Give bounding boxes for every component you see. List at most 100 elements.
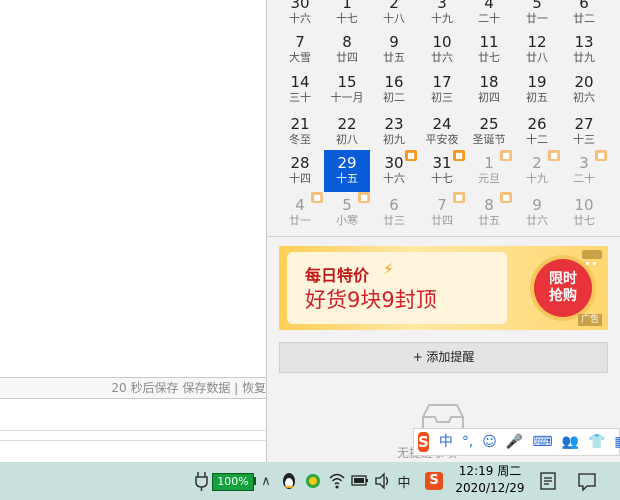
day-number: 7: [295, 33, 305, 51]
calendar-day[interactable]: 2 十八: [371, 0, 417, 32]
add-reminder-button[interactable]: + 添加提醒: [279, 342, 608, 373]
calendar-day[interactable]: 24 平安夜: [419, 111, 465, 153]
lightning-icon: ⚡: [383, 260, 394, 278]
calendar-day[interactable]: 20 初六: [561, 69, 607, 111]
calendar-day[interactable]: 10 廿六: [419, 29, 465, 71]
calendar-day-today[interactable]: 29 十五: [324, 150, 370, 192]
calendar-day[interactable]: 16 初二: [371, 69, 417, 111]
calendar-day[interactable]: 5 廿一: [514, 0, 560, 32]
calendar-day[interactable]: 23 初九: [371, 111, 417, 153]
microphone-icon[interactable]: 🎤: [506, 432, 523, 452]
calendar-day[interactable]: 13 廿九: [561, 29, 607, 71]
calendar-day[interactable]: 11 廿七: [466, 29, 512, 71]
calendar-day[interactable]: 9 廿五: [371, 29, 417, 71]
clock-date: 2020/12/29: [455, 481, 525, 495]
holiday-bus-icon: ■: [595, 150, 607, 161]
action-center-icon[interactable]: [576, 462, 598, 500]
calendar-day[interactable]: 31 十七 ■: [419, 150, 465, 192]
calendar-day[interactable]: 10 廿七: [561, 192, 607, 234]
calendar-day[interactable]: 26 十二: [514, 111, 560, 153]
calendar-day[interactable]: 8 廿四: [324, 29, 370, 71]
calendar-day[interactable]: 25 圣诞节: [466, 111, 512, 153]
day-number: 15: [337, 73, 357, 91]
lunar-date: 初四: [478, 91, 500, 104]
calendar-day[interactable]: 8 廿五 ■: [466, 192, 512, 234]
app-divider: [0, 430, 266, 431]
calendar-day[interactable]: 22 初八: [324, 111, 370, 153]
calendar-day[interactable]: 30 十六: [277, 0, 323, 32]
calendar-day[interactable]: 2 十九 ■: [514, 150, 560, 192]
lunar-date: 三十: [289, 91, 311, 104]
ad-banner[interactable]: 每日特价 ⚡ 好货9块9封顶 限时 抢购 广告: [279, 246, 608, 330]
calendar-divider: [267, 236, 620, 237]
lunar-date: 廿一: [526, 12, 548, 25]
calendar-day[interactable]: 7 廿四 ■: [419, 192, 465, 234]
calendar-day[interactable]: 1 元旦 ■: [466, 150, 512, 192]
calendar-day[interactable]: 5 小寒 ■: [324, 192, 370, 234]
lunar-date: 廿七: [573, 214, 595, 227]
input-language-indicator[interactable]: 中: [396, 462, 412, 500]
day-number: 29: [337, 154, 357, 172]
autosave-status-text: 20 秒后保存 保存数据 | 恢复: [111, 381, 266, 395]
calendar-day[interactable]: 19 初五: [514, 69, 560, 111]
day-number: 4: [484, 0, 494, 12]
sogou-logo-icon[interactable]: S: [418, 432, 429, 452]
calendar-day[interactable]: 4 二十: [466, 0, 512, 32]
day-number: 19: [527, 73, 547, 91]
system-clock[interactable]: 12:19 周二 2020/12/29: [447, 463, 533, 497]
calendar-day[interactable]: 28 十四: [277, 150, 323, 192]
ime-mode-toggle[interactable]: 中: [439, 432, 453, 452]
ime-toolbar[interactable]: S 中 °, ☺ 🎤 ⌨ 👥 👕 ▦: [413, 428, 620, 456]
security-guard-icon[interactable]: [304, 462, 322, 500]
power-plug-icon[interactable]: [194, 462, 210, 500]
calendar-day[interactable]: 12 廿八: [514, 29, 560, 71]
lunar-date: 十八: [383, 12, 405, 25]
keyboard-icon[interactable]: ⌨: [532, 432, 552, 452]
calendar-day[interactable]: 4 廿一 ■: [277, 192, 323, 234]
lunar-date: 初三: [431, 91, 453, 104]
calendar-day[interactable]: 17 初三: [419, 69, 465, 111]
day-number: 25: [479, 115, 499, 133]
battery-status-icon[interactable]: [350, 462, 370, 500]
calendar-day[interactable]: 30 十六 ■: [371, 150, 417, 192]
punctuation-icon[interactable]: °,: [462, 432, 473, 452]
lunar-date: 十九: [526, 172, 548, 185]
user-icon[interactable]: 👥: [562, 432, 579, 452]
ad-badge-button[interactable]: 限时 抢购: [534, 259, 592, 317]
lunar-date: 初九: [383, 133, 405, 146]
calendar-day[interactable]: 1 十七: [324, 0, 370, 32]
lunar-date: 圣诞节: [472, 133, 506, 146]
calendar-day[interactable]: 9 廿六: [514, 192, 560, 234]
calendar-day[interactable]: 6 廿三: [371, 192, 417, 234]
calendar-day[interactable]: 18 初四: [466, 69, 512, 111]
carousel-dots-icon[interactable]: [582, 250, 602, 265]
wifi-icon[interactable]: [328, 462, 346, 500]
emoji-icon[interactable]: ☺: [482, 432, 497, 452]
calendar-day[interactable]: 6 廿二: [561, 0, 607, 32]
calendar-day[interactable]: 27 十三: [561, 111, 607, 153]
ad-badge-line2: 抢购: [549, 288, 577, 304]
lunar-date: 廿一: [289, 214, 311, 227]
lunar-date: 廿五: [478, 214, 500, 227]
toolbox-icon[interactable]: ▦: [614, 432, 620, 452]
day-number: 10: [432, 33, 452, 51]
calendar-day[interactable]: 3 十九: [419, 0, 465, 32]
holiday-bus-icon: ■: [358, 192, 370, 203]
notes-icon[interactable]: [538, 462, 558, 500]
sogou-tray-icon[interactable]: S: [423, 462, 445, 500]
day-number: 9: [389, 33, 399, 51]
skin-icon[interactable]: 👕: [588, 432, 605, 452]
lunar-date: 十七: [431, 172, 453, 185]
qq-penguin-icon[interactable]: [280, 462, 298, 500]
lunar-date: 十六: [383, 172, 405, 185]
calendar-day[interactable]: 14 三十: [277, 69, 323, 111]
show-hidden-icons-chevron-icon[interactable]: ∧: [258, 462, 274, 500]
calendar-day[interactable]: 21 冬至: [277, 111, 323, 153]
day-number: 11: [479, 33, 499, 51]
battery-indicator[interactable]: 100%: [212, 473, 254, 491]
lunar-date: 廿五: [383, 51, 405, 64]
calendar-day[interactable]: 3 二十 ■: [561, 150, 607, 192]
calendar-day[interactable]: 7 大雪: [277, 29, 323, 71]
calendar-day[interactable]: 15 十一月: [324, 69, 370, 111]
volume-icon[interactable]: [374, 462, 392, 500]
